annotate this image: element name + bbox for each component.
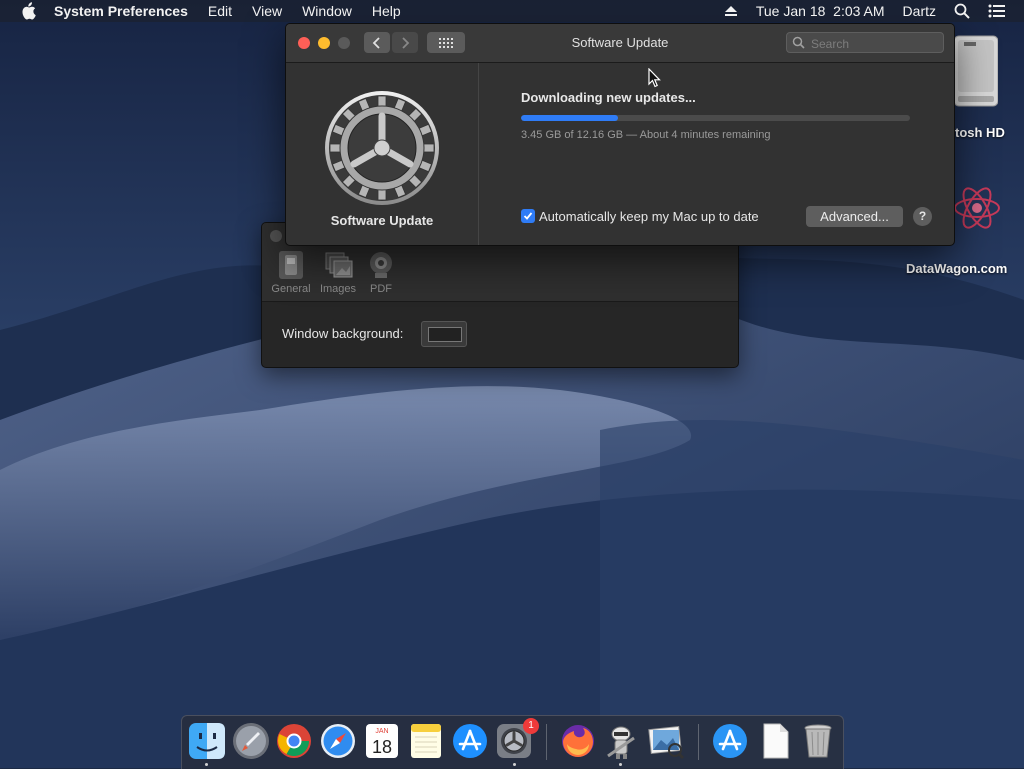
dock-firefox[interactable] <box>559 722 597 760</box>
dock-safari[interactable] <box>319 722 357 760</box>
automator-running-indicator <box>619 763 622 766</box>
switch-icon <box>277 251 305 279</box>
dock-documents-stack[interactable] <box>756 722 794 760</box>
dock-downloads-stack[interactable] <box>711 722 749 760</box>
eject-icon[interactable] <box>724 5 738 17</box>
window-titlebar: Software Update <box>286 24 954 63</box>
dock-system-preferences[interactable]: 1 <box>495 718 539 760</box>
window-background-color-well[interactable] <box>421 321 467 347</box>
download-progress-bar <box>521 115 910 121</box>
dock-automator[interactable] <box>602 722 640 760</box>
download-status: Downloading new updates... <box>521 90 696 105</box>
menu-edit[interactable]: Edit <box>208 3 232 19</box>
auto-update-label[interactable]: Automatically keep my Mac up to date <box>539 209 759 224</box>
help-button[interactable]: ? <box>913 207 932 226</box>
downloads-app-store-icon <box>713 724 747 758</box>
apple-menu-icon[interactable] <box>20 2 38 20</box>
notification-center-icon[interactable] <box>988 4 1006 18</box>
advanced-button[interactable]: Advanced... <box>806 206 903 227</box>
tab-images-label: Images <box>319 283 357 295</box>
hard-drive-label: tosh HD <box>955 125 1005 140</box>
datawagon-logo-icon[interactable] <box>952 168 1002 253</box>
datawagon-label: DataWagon.com <box>906 261 1008 276</box>
software-update-gear-icon <box>325 91 439 205</box>
hard-drive-icon[interactable] <box>950 34 999 115</box>
software-update-window: Software Update Search Software Update D… <box>285 23 955 246</box>
download-progress-fill <box>521 115 619 121</box>
dock-preview[interactable] <box>647 722 685 760</box>
safari-compass-icon <box>321 724 355 758</box>
search-field[interactable] <box>786 32 944 53</box>
preview-icon <box>648 725 685 760</box>
tab-images[interactable]: Images <box>316 251 360 295</box>
launchpad-rocket-icon <box>233 723 269 759</box>
menu-bar: System Preferences Edit View Window Help… <box>0 0 1024 22</box>
menu-view[interactable]: View <box>252 3 282 19</box>
tab-general-label: General <box>271 283 311 295</box>
menu-app-name[interactable]: System Preferences <box>54 3 188 19</box>
document-file-icon <box>763 723 789 759</box>
software-update-sidebar: Software Update <box>286 63 479 245</box>
dock-chrome[interactable] <box>275 722 313 760</box>
dock-app-store[interactable] <box>451 722 489 760</box>
search-icon <box>792 36 805 49</box>
tab-pdf[interactable]: PDF <box>359 251 403 295</box>
window-close-button[interactable] <box>270 230 282 242</box>
dock: JAN 18 1 <box>181 715 844 769</box>
calendar-day: 18 <box>372 737 392 757</box>
dock-trash[interactable] <box>799 722 837 760</box>
calendar-icon: JAN 18 <box>366 724 398 758</box>
trash-icon <box>804 724 832 758</box>
dock-notes[interactable] <box>407 722 445 760</box>
dock-separator <box>546 724 547 760</box>
dock-launchpad[interactable] <box>232 722 270 760</box>
system-preferences-running-indicator <box>513 763 516 766</box>
menu-clock[interactable]: Tue Jan 18 2:03 AM <box>756 3 885 19</box>
pane-name: Software Update <box>330 213 434 228</box>
checkmark-icon <box>523 212 533 220</box>
dock-separator-2 <box>698 724 699 760</box>
spotlight-search-icon[interactable] <box>954 3 970 19</box>
automator-robot-icon <box>607 726 635 759</box>
notes-icon <box>411 724 441 758</box>
tab-general[interactable]: General <box>269 251 313 295</box>
chrome-icon <box>277 724 311 758</box>
menu-window[interactable]: Window <box>302 3 352 19</box>
menu-help[interactable]: Help <box>372 3 401 19</box>
finder-icon <box>189 723 225 759</box>
dock-calendar[interactable]: JAN 18 <box>363 722 401 760</box>
system-preferences-badge: 1 <box>523 718 539 734</box>
download-detail: 3.45 GB of 12.16 GB — About 4 minutes re… <box>521 129 771 141</box>
finder-running-indicator <box>205 763 208 766</box>
window-background-label: Window background: <box>282 326 404 341</box>
pdf-icon <box>367 251 395 279</box>
tab-pdf-label: PDF <box>370 283 392 295</box>
images-icon <box>324 251 353 279</box>
app-store-icon <box>453 724 487 758</box>
menu-user[interactable]: Dartz <box>903 3 936 19</box>
auto-update-checkbox[interactable] <box>521 209 535 223</box>
calendar-month: JAN <box>375 728 388 735</box>
dock-finder[interactable] <box>188 722 226 760</box>
firefox-icon <box>562 725 594 757</box>
search-input[interactable] <box>809 34 941 53</box>
mouse-cursor-icon <box>648 68 661 88</box>
